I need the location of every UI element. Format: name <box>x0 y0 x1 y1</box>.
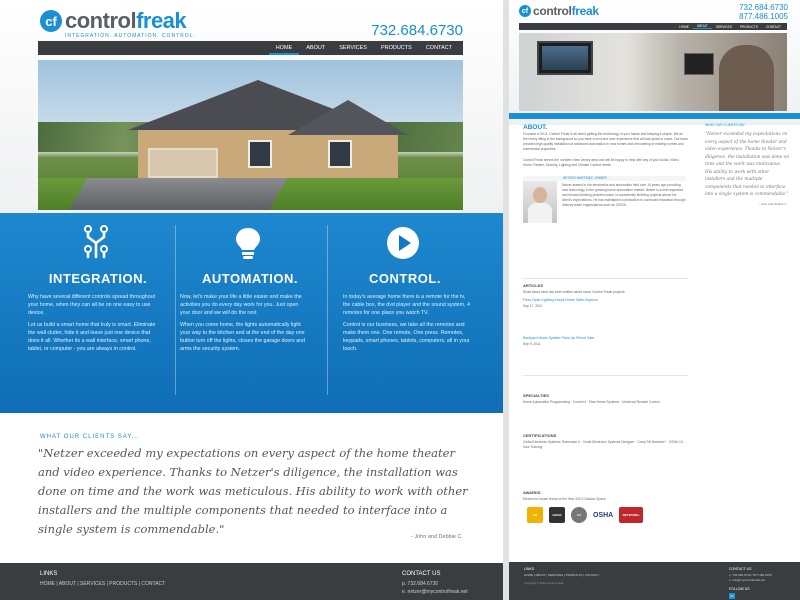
logo-icon: cf <box>519 5 531 17</box>
about-intro-2: Control Freak serves the northern New Je… <box>523 158 680 167</box>
awards-title: AWARDS <box>523 490 541 495</box>
bio-text: Netzer started in the electronics and au… <box>562 183 686 207</box>
testimonial-cite: - John and Debbie C. <box>759 202 788 206</box>
certifications-list: Cedia Electronic Systems Technician II ·… <box>523 440 684 449</box>
cedia-badge: CEDIA <box>549 507 565 523</box>
article-date: Sep 9, 2011 <box>523 342 541 346</box>
page-title: ABOUT. <box>523 124 548 131</box>
header-phone: 732.684.6730 <box>739 3 788 12</box>
footer-links[interactable]: HOME | ABOUT | SERVICES | PRODUCTS | CON… <box>524 573 599 577</box>
hero-house-image <box>38 60 463 210</box>
footer-contact-title: CONTACT US <box>729 567 752 571</box>
article-link[interactable]: Backyard Music System Picks Up Period Sa… <box>523 336 594 340</box>
logo-icon: cf <box>40 10 62 32</box>
footer-links[interactable]: HOME | ABOUT | SERVICES | PRODUCTS | CON… <box>40 581 165 587</box>
logo[interactable]: cf controlfreak INTEGRATION. AUTOMATION.… <box>40 10 195 39</box>
nav-products[interactable]: PRODUCTS <box>374 41 419 55</box>
footer-follow-title: FOLLOW US <box>729 587 750 591</box>
control4-badge: C4 <box>571 507 587 523</box>
footer-links-title: LINKS <box>524 567 535 571</box>
feature-integration: INTEGRATION. Why have several different … <box>28 213 168 413</box>
footer-copyright: Copyright © 2012 Control Freak <box>524 581 564 585</box>
badges-row: EH CEDIA C4 OSHA NETWORK+ <box>527 507 644 523</box>
about-intro: Founded in 2011, Control Freak is all ab… <box>523 132 688 151</box>
owner-photo <box>523 181 557 223</box>
testimonial-label: WHAT OUR CLIENTS SAY... <box>40 434 140 440</box>
award-badge: EH <box>527 507 543 523</box>
feature-title: CONTROL. <box>369 271 441 286</box>
linkedin-icon[interactable]: in <box>729 593 735 599</box>
specialties-title: SPECIALTIES <box>523 393 549 398</box>
testimonial-section: WHAT OUR CLIENTS SAY... "Netzer exceeded… <box>0 413 503 563</box>
home-page: cf controlfreak INTEGRATION. AUTOMATION.… <box>0 0 503 600</box>
footer: LINKS HOME | ABOUT | SERVICES | PRODUCTS… <box>509 562 800 600</box>
footer-links-title: LINKS <box>40 571 58 577</box>
testimonial-cite: - John and Debbie C. <box>411 534 463 540</box>
screenshot: cf controlfreak INTEGRATION. AUTOMATION.… <box>0 0 800 600</box>
feature-text: When you come home, the lights automatic… <box>180 322 306 352</box>
footer-contact-title: CONTACT US <box>402 571 441 577</box>
specialties-list: Home Automation Programming · Control 4 … <box>523 400 660 404</box>
testimonial-quote: "Netzer exceeded my expectations on ever… <box>38 446 468 536</box>
nav-about[interactable]: ABOUT <box>692 24 712 29</box>
network-plus-badge: NETWORK+ <box>619 507 644 523</box>
articles-title: ARTICLES <box>523 283 543 288</box>
footer: LINKS HOME | ABOUT | SERVICES | PRODUCTS… <box>0 563 503 600</box>
about-page: cf controlfreak 732.684.6730 877.486.100… <box>509 0 800 600</box>
header-phone-tollfree: 877.486.1005 <box>739 12 788 21</box>
feature-text: Let us build a smart home that truly is … <box>28 322 156 352</box>
footer-email[interactable]: e. netzer@mycontrolfreak.net <box>402 589 468 595</box>
footer-phone: p. 732.684.6730 / 877.486.1005 <box>729 573 772 577</box>
header-phone: 732.684.6730 <box>371 22 463 39</box>
article-link[interactable]: Fiber-Optic Lighting Keeps Home Safer Im… <box>523 298 598 302</box>
feature-text: Now, let's make your life a little easie… <box>180 294 302 316</box>
logo[interactable]: cf controlfreak <box>519 4 599 18</box>
feature-text: In today's average home there is a remot… <box>343 294 470 316</box>
main-nav: HOME ABOUT SERVICES PRODUCTS CONTACT <box>38 41 463 55</box>
certifications-title: CERTIFICATIONS <box>523 433 557 438</box>
feature-text: Why have several different controls spre… <box>28 294 156 316</box>
nav-about[interactable]: ABOUT <box>299 41 332 55</box>
nav-contact[interactable]: CONTACT <box>419 41 459 55</box>
circuit-icon <box>84 225 108 259</box>
logo-tagline: INTEGRATION. AUTOMATION. CONTROL. <box>65 33 196 39</box>
footer-phone: p. 732.684.6730 <box>402 581 439 587</box>
nav-home[interactable]: HOME <box>268 41 300 55</box>
feature-control: CONTROL. In today's average home there i… <box>335 213 475 413</box>
articles-sub: Read about what has been written about s… <box>523 290 626 294</box>
testimonial-label: WHAT OUR CLIENTS SAY... <box>705 123 748 127</box>
footer-email[interactable]: e. info@mycontrolfreak.net <box>729 578 765 582</box>
nav-contact[interactable]: CONTACT <box>762 25 785 29</box>
hero-theater-image <box>519 33 787 111</box>
nav-home[interactable]: HOME <box>675 25 693 29</box>
feature-title: INTEGRATION. <box>48 271 148 286</box>
play-icon <box>387 227 419 259</box>
article-date: Sep 17, 2011 <box>523 304 543 308</box>
lightbulb-icon <box>236 228 260 259</box>
main-nav: HOME ABOUT SERVICES PRODUCTS CONTACT <box>519 23 787 30</box>
feature-automation: AUTOMATION. Now, let's make your life a … <box>180 213 320 413</box>
feature-title: AUTOMATION. <box>201 271 298 286</box>
nav-products[interactable]: PRODUCTS <box>736 25 762 29</box>
testimonial-quote: "Netzer exceeded my expectations on ever… <box>705 132 789 197</box>
feature-text: Control is our business, we take all the… <box>343 322 470 352</box>
osha-badge: OSHA <box>593 511 614 519</box>
awards-list: Electronic House Home of the Year 2010 O… <box>523 497 606 501</box>
nav-services[interactable]: SERVICES <box>332 41 374 55</box>
nav-services[interactable]: SERVICES <box>712 25 736 29</box>
